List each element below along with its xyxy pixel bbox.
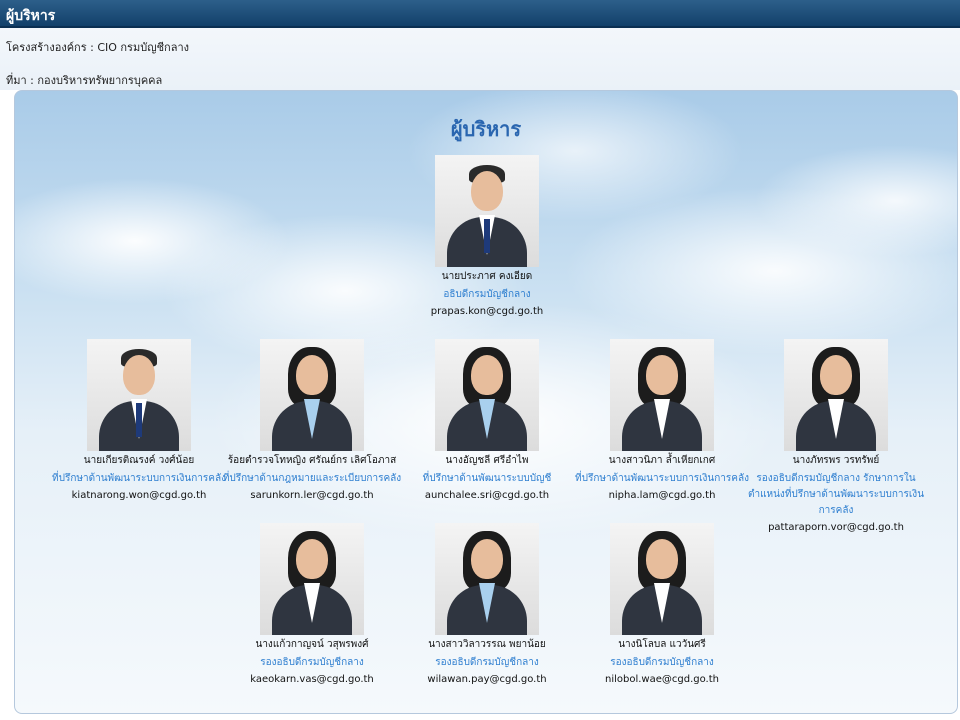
executive-role: รองอธิบดีกรมบัญชีกลาง [435,657,539,668]
executive-role: ที่ปรึกษาด้านพัฒนาระบบการเงินการคลัง [52,473,226,484]
executive-photo [435,339,539,451]
executive-name: นางสาววิลาวรรณ พยาน้อย [428,639,546,650]
executive-role: ที่ปรึกษาด้านพัฒนาระบบบัญชี [422,473,552,484]
executive-email: kaeokarn.vas@cgd.go.th [250,674,374,685]
executive-email: nilobol.wae@cgd.go.th [605,674,719,685]
title-bar: ผู้บริหาร [0,0,960,28]
executive-card: ร้อยตำรวจโทหญิง ศรัณย์กร เลิศโอภาส ที่ปร… [217,339,407,501]
executive-name: นางภัทรพร วรทรัพย์ [792,455,880,466]
executive-name: นายประภาศ คงเอียด [441,271,533,282]
executive-card: นางสาวนิภา ล้ำเหียกเกศ ที่ปรึกษาด้านพัฒน… [567,339,757,501]
executive-card: นางสาววิลาวรรณ พยาน้อย รองอธิบดีกรมบัญชี… [392,523,582,685]
executive-photo [610,339,714,451]
executive-email: pattaraporn.vor@cgd.go.th [768,522,904,533]
executive-card: นายเกียรติณรงค์ วงศ์น้อย ที่ปรึกษาด้านพั… [44,339,234,501]
executive-card-director: นายประภาศ คงเอียด อธิบดีกรมบัญชีกลาง pra… [392,155,582,317]
executive-photo [610,523,714,635]
executive-email: prapas.kon@cgd.go.th [430,306,544,317]
executive-name: นางอัญชลี ศรีอำไพ [445,455,529,466]
executive-photo [435,155,539,267]
executive-role: รองอธิบดีกรมบัญชีกลาง [260,657,364,668]
executive-email: sarunkorn.ler@cgd.go.th [250,490,374,501]
executive-name: นายเกียรติณรงค์ วงศ์น้อย [83,455,195,466]
executive-name: นางแก้วกาญจน์ วสุพรพงศ์ [255,639,369,650]
executive-name: นางสาวนิภา ล้ำเหียกเกศ [608,455,716,466]
executive-photo [260,523,364,635]
executive-role: ที่ปรึกษาด้านพัฒนาระบบการเงินการคลัง [575,473,749,484]
window-title: ผู้บริหาร [6,8,56,24]
executive-photo [260,339,364,451]
executive-role: รองอธิบดีกรมบัญชีกลาง [610,657,714,668]
meta-area: โครงสร้างองค์กร : CIO กรมบัญชีกลาง ที่มา… [0,28,960,90]
executive-email: kiatnarong.won@cgd.go.th [71,490,207,501]
executive-photo [435,523,539,635]
executive-email: nipha.lam@cgd.go.th [608,490,716,501]
executives-panel: ผู้บริหาร นายประภาศ คงเอียด อธิบดีกรมบัญ… [14,90,958,714]
executive-card: นางอัญชลี ศรีอำไพ ที่ปรึกษาด้านพัฒนาระบบ… [392,339,582,501]
structure-text: โครงสร้างองค์กร : CIO กรมบัญชีกลาง [6,41,189,54]
executive-card: นางภัทรพร วรทรัพย์ รองอธิบดีกรมบัญชีกลาง… [741,339,931,533]
executive-photo [87,339,191,451]
executive-name: นางนิโลบล แววันศรี [618,639,706,650]
executive-name: ร้อยตำรวจโทหญิง ศรัณย์กร เลิศโอภาส [227,455,397,466]
source-text: ที่มา : กองบริหารทรัพยากรบุคคล [6,74,163,87]
executive-email: wilawan.pay@cgd.go.th [427,674,547,685]
executive-role: ที่ปรึกษาด้านกฎหมายและระเบียบการคลัง [222,473,402,484]
executive-card: นางแก้วกาญจน์ วสุพรพงศ์ รองอธิบดีกรมบัญช… [217,523,407,685]
panel-heading: ผู้บริหาร [450,117,522,141]
executive-role: อธิบดีกรมบัญชีกลาง [443,289,531,300]
executive-role: รองอธิบดีกรมบัญชีกลาง รักษาการใน ตำแหน่ง… [747,473,925,516]
executive-photo [784,339,888,451]
executive-email: aunchalee.sri@cgd.go.th [424,490,550,501]
executive-card: นางนิโลบล แววันศรี รองอธิบดีกรมบัญชีกลาง… [567,523,757,685]
